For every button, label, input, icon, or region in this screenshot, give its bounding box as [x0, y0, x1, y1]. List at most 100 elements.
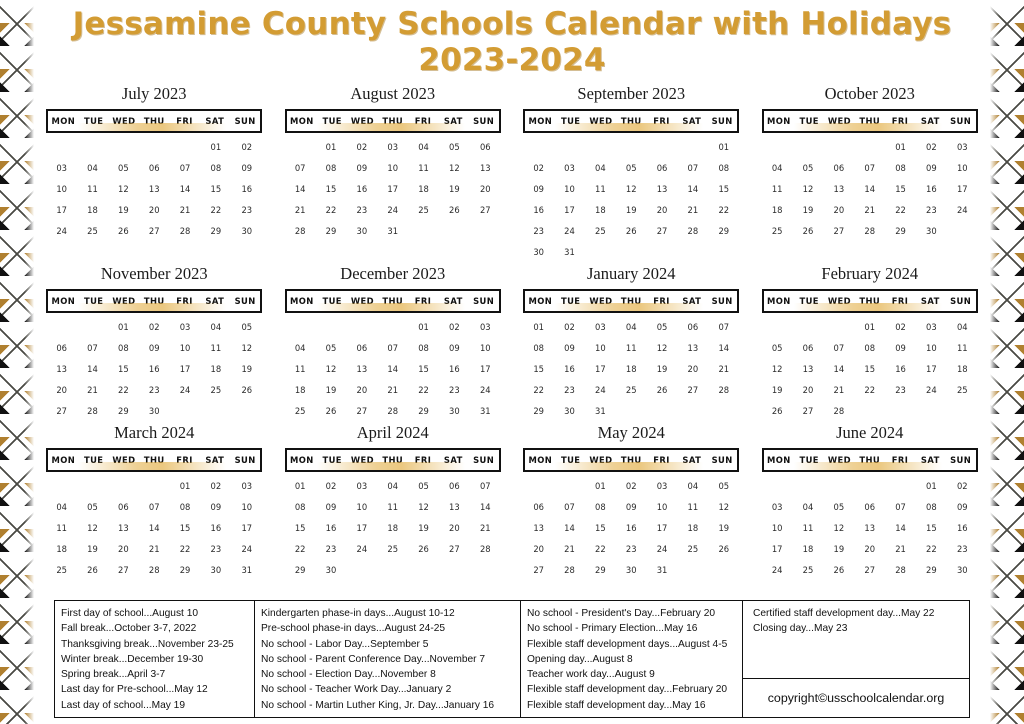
day-cell[interactable]: 28 [285, 220, 316, 241]
day-cell[interactable]: 07 [139, 496, 170, 517]
day-cell[interactable]: 23 [523, 220, 554, 241]
day-cell[interactable]: 22 [316, 199, 347, 220]
day-cell[interactable]: 03 [916, 316, 947, 337]
day-cell[interactable]: 19 [316, 379, 347, 400]
day-cell[interactable]: 06 [139, 157, 170, 178]
day-cell[interactable]: 29 [885, 220, 916, 241]
day-cell[interactable]: 02 [947, 475, 978, 496]
day-cell[interactable]: 19 [408, 517, 439, 538]
day-cell[interactable]: 20 [46, 379, 77, 400]
day-cell[interactable]: 28 [823, 400, 854, 421]
day-cell[interactable]: 24 [231, 538, 262, 559]
day-cell[interactable]: 12 [647, 337, 678, 358]
day-cell[interactable]: 04 [77, 157, 108, 178]
day-cell[interactable]: 25 [762, 220, 793, 241]
day-cell[interactable]: 20 [439, 517, 470, 538]
day-cell[interactable]: 30 [439, 400, 470, 421]
day-cell[interactable]: 13 [854, 517, 885, 538]
day-cell[interactable]: 12 [793, 178, 824, 199]
day-cell[interactable]: 26 [647, 379, 678, 400]
day-cell[interactable]: 19 [762, 379, 793, 400]
day-cell[interactable]: 04 [616, 316, 647, 337]
day-cell[interactable]: 09 [916, 157, 947, 178]
day-cell[interactable]: 15 [523, 358, 554, 379]
day-cell[interactable]: 27 [647, 220, 678, 241]
day-cell[interactable]: 21 [854, 199, 885, 220]
day-cell[interactable]: 08 [200, 157, 231, 178]
day-cell[interactable]: 22 [885, 199, 916, 220]
day-cell[interactable]: 22 [285, 538, 316, 559]
day-cell[interactable]: 23 [139, 379, 170, 400]
day-cell[interactable]: 11 [200, 337, 231, 358]
day-cell[interactable]: 19 [616, 199, 647, 220]
day-cell[interactable]: 29 [170, 559, 201, 580]
day-cell[interactable]: 01 [885, 136, 916, 157]
day-cell[interactable]: 25 [585, 220, 616, 241]
day-cell[interactable]: 10 [916, 337, 947, 358]
day-cell[interactable]: 13 [46, 358, 77, 379]
day-cell[interactable]: 29 [916, 559, 947, 580]
day-cell[interactable]: 07 [708, 316, 739, 337]
day-cell[interactable]: 24 [46, 220, 77, 241]
day-cell[interactable]: 12 [316, 358, 347, 379]
day-cell[interactable]: 09 [947, 496, 978, 517]
day-cell[interactable]: 09 [231, 157, 262, 178]
day-cell[interactable]: 24 [346, 538, 377, 559]
day-cell[interactable]: 22 [523, 379, 554, 400]
day-cell[interactable]: 01 [408, 316, 439, 337]
day-cell[interactable]: 28 [170, 220, 201, 241]
day-cell[interactable]: 05 [108, 157, 139, 178]
day-cell[interactable]: 18 [947, 358, 978, 379]
day-cell[interactable]: 27 [854, 559, 885, 580]
day-cell[interactable]: 08 [408, 337, 439, 358]
day-cell[interactable]: 13 [823, 178, 854, 199]
day-cell[interactable]: 04 [793, 496, 824, 517]
day-cell[interactable]: 21 [139, 538, 170, 559]
day-cell[interactable]: 05 [316, 337, 347, 358]
day-cell[interactable]: 02 [916, 136, 947, 157]
day-cell[interactable]: 14 [139, 517, 170, 538]
day-cell[interactable]: 02 [616, 475, 647, 496]
day-cell[interactable]: 05 [77, 496, 108, 517]
day-cell[interactable]: 13 [346, 358, 377, 379]
day-cell[interactable]: 06 [823, 157, 854, 178]
day-cell[interactable]: 30 [316, 559, 347, 580]
day-cell[interactable]: 15 [108, 358, 139, 379]
day-cell[interactable]: 20 [470, 178, 501, 199]
day-cell[interactable]: 15 [285, 517, 316, 538]
day-cell[interactable]: 29 [108, 400, 139, 421]
day-cell[interactable]: 27 [470, 199, 501, 220]
day-cell[interactable]: 30 [346, 220, 377, 241]
day-cell[interactable]: 08 [170, 496, 201, 517]
day-cell[interactable]: 17 [762, 538, 793, 559]
day-cell[interactable]: 23 [439, 379, 470, 400]
day-cell[interactable]: 26 [708, 538, 739, 559]
day-cell[interactable]: 31 [377, 220, 408, 241]
day-cell[interactable]: 29 [316, 220, 347, 241]
day-cell[interactable]: 13 [793, 358, 824, 379]
day-cell[interactable]: 16 [523, 199, 554, 220]
day-cell[interactable]: 14 [823, 358, 854, 379]
day-cell[interactable]: 14 [885, 517, 916, 538]
day-cell[interactable]: 17 [916, 358, 947, 379]
day-cell[interactable]: 10 [554, 178, 585, 199]
day-cell[interactable]: 20 [139, 199, 170, 220]
day-cell[interactable]: 15 [170, 517, 201, 538]
day-cell[interactable]: 05 [647, 316, 678, 337]
day-cell[interactable]: 25 [947, 379, 978, 400]
day-cell[interactable]: 15 [916, 517, 947, 538]
day-cell[interactable]: 31 [647, 559, 678, 580]
day-cell[interactable]: 06 [647, 157, 678, 178]
day-cell[interactable]: 24 [762, 559, 793, 580]
day-cell[interactable]: 07 [285, 157, 316, 178]
day-cell[interactable]: 08 [285, 496, 316, 517]
day-cell[interactable]: 05 [231, 316, 262, 337]
day-cell[interactable]: 09 [885, 337, 916, 358]
day-cell[interactable]: 01 [523, 316, 554, 337]
day-cell[interactable]: 19 [647, 358, 678, 379]
day-cell[interactable]: 02 [554, 316, 585, 337]
day-cell[interactable]: 22 [708, 199, 739, 220]
day-cell[interactable]: 29 [408, 400, 439, 421]
day-cell[interactable]: 11 [585, 178, 616, 199]
day-cell[interactable]: 26 [231, 379, 262, 400]
